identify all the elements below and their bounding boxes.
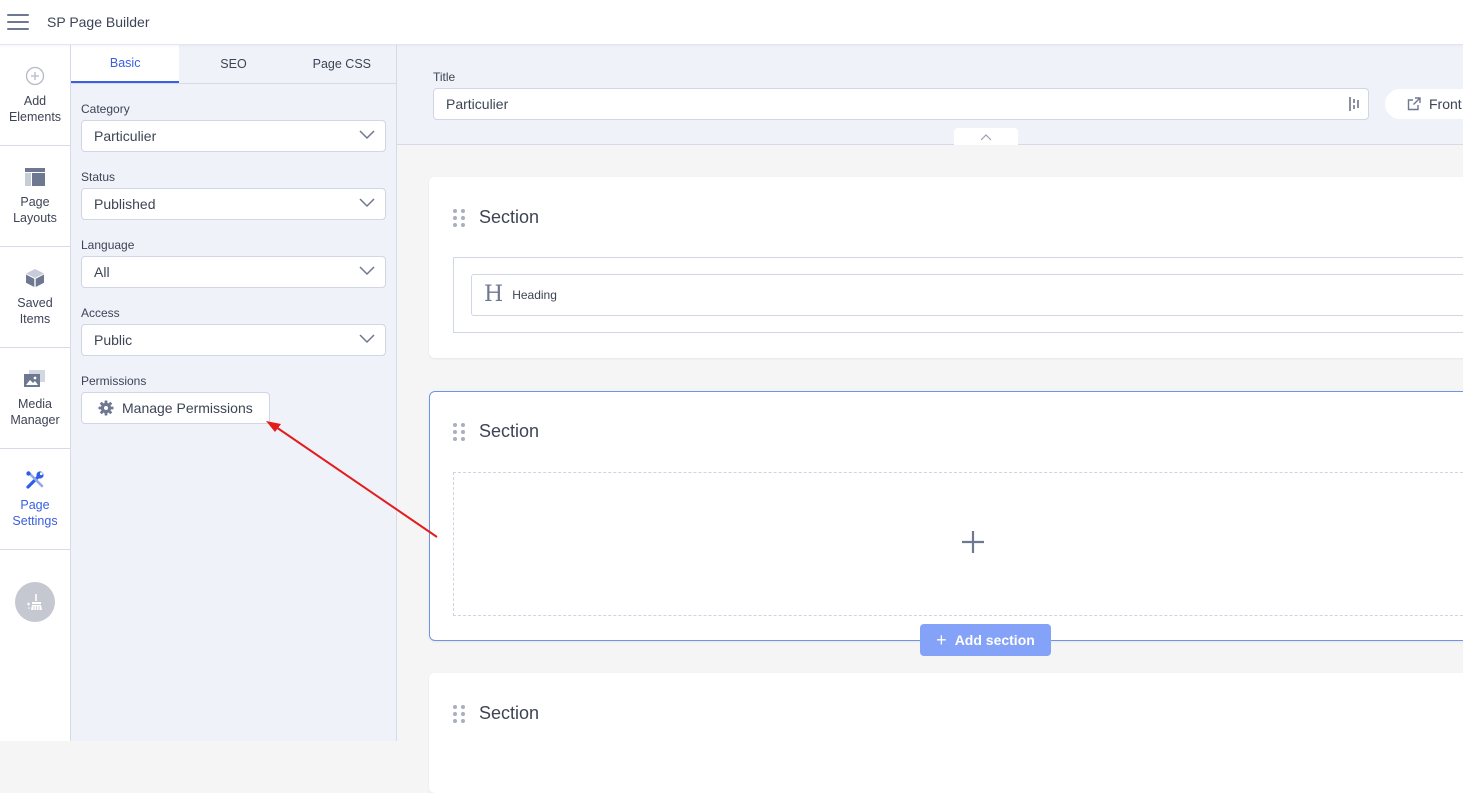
section-row: H Heading: [453, 257, 1463, 333]
addon-name: Heading: [512, 288, 557, 302]
sidebar-item-label: Elements: [8, 110, 62, 124]
drag-handle-icon[interactable]: [453, 422, 465, 441]
builder-canvas: Section H Heading Section + Add section: [397, 145, 1463, 793]
add-addon-area[interactable]: [453, 472, 1463, 616]
sidebar-item-label: Items: [19, 312, 51, 326]
sidebar-item-label: Add: [23, 94, 47, 108]
basic-settings-form: Category Particulier Status Published La…: [71, 84, 396, 424]
sidebar-item-media-manager[interactable]: Media Manager: [0, 348, 70, 449]
section-title: Section: [479, 207, 540, 227]
plus-circle-icon: [24, 65, 46, 87]
add-section-button[interactable]: + Add section: [920, 624, 1051, 656]
page-settings-panel: Basic SEO Page CSS Category Particulier …: [71, 45, 397, 741]
sidebar-item-label: Page: [20, 498, 50, 512]
layout-icon: [24, 166, 46, 188]
external-link-icon: [1407, 97, 1421, 111]
permissions-label: Permissions: [81, 374, 147, 388]
category-select[interactable]: Particulier: [81, 120, 386, 152]
category-label: Category: [81, 102, 130, 116]
title-label: Title: [433, 70, 456, 84]
chevron-up-icon: [980, 128, 992, 146]
collapse-title-button[interactable]: [954, 128, 1018, 145]
sidebar-clean-area: [0, 550, 70, 654]
status-value: Published: [94, 196, 156, 212]
sidebar-rail: Add Elements Page Layouts Saved Items Media…: [0, 45, 71, 741]
tools-icon: [24, 469, 46, 491]
frontend-editor-label: Front: [1429, 96, 1462, 112]
sidebar-item-add-elements[interactable]: Add Elements: [0, 45, 70, 146]
section[interactable]: Section: [429, 391, 1463, 641]
sidebar-item-label: Settings: [12, 514, 58, 528]
media-icon: [24, 368, 46, 390]
access-select[interactable]: Public: [81, 324, 386, 356]
heading-addon[interactable]: H Heading: [471, 274, 1463, 316]
broom-icon[interactable]: [15, 582, 55, 622]
sidebar-item-label: Media: [17, 397, 53, 411]
manage-permissions-button[interactable]: Manage Permissions: [81, 392, 270, 424]
title-value: Particulier: [446, 96, 509, 112]
category-value: Particulier: [94, 128, 157, 144]
builder-main: Title Particulier Front Section H Headin…: [397, 45, 1463, 793]
hamburger-menu-icon[interactable]: [7, 14, 29, 30]
title-input[interactable]: Particulier: [433, 88, 1369, 120]
sidebar-item-page-layouts[interactable]: Page Layouts: [0, 146, 70, 247]
sidebar-item-page-settings[interactable]: Page Settings: [0, 449, 70, 550]
sidebar-item-label: Page: [20, 195, 50, 209]
sidebar-item-label: Manager: [10, 413, 60, 427]
language-label: Language: [81, 238, 135, 252]
drag-handle-icon[interactable]: [453, 704, 465, 723]
tab-page-css[interactable]: Page CSS: [288, 45, 396, 83]
cube-icon: [24, 267, 46, 289]
gear-icon: [98, 400, 114, 416]
access-label: Access: [81, 306, 120, 320]
status-label: Status: [81, 170, 116, 184]
chevron-down-icon: [359, 195, 375, 213]
access-value: Public: [94, 332, 133, 348]
plus-icon: +: [936, 630, 947, 650]
language-value: All: [94, 264, 110, 280]
sidebar-item-label: Layouts: [13, 211, 57, 225]
frontend-editor-button[interactable]: Front: [1385, 89, 1463, 119]
top-bar: SP Page Builder: [0, 0, 1463, 45]
sidebar-item-label: Saved: [17, 296, 53, 310]
tab-basic[interactable]: Basic: [71, 45, 180, 83]
manage-permissions-label: Manage Permissions: [122, 400, 253, 416]
tab-seo[interactable]: SEO: [179, 45, 287, 83]
plus-icon: [961, 530, 985, 559]
drag-handle-icon[interactable]: [453, 208, 465, 227]
sidebar-item-saved-items[interactable]: Saved Items: [0, 247, 70, 348]
section[interactable]: Section: [429, 673, 1463, 793]
settings-tabs: Basic SEO Page CSS: [71, 45, 396, 84]
section-title: Section: [479, 703, 540, 723]
text-direction-icon[interactable]: [1348, 97, 1360, 114]
title-area: Title Particulier Front: [397, 45, 1463, 145]
section[interactable]: Section H Heading: [429, 177, 1463, 358]
chevron-down-icon: [359, 331, 375, 349]
section-title: Section: [479, 421, 540, 441]
app-title: SP Page Builder: [47, 14, 150, 30]
heading-icon: H: [484, 282, 504, 307]
status-select[interactable]: Published: [81, 188, 386, 220]
add-section-label: Add section: [954, 632, 1035, 648]
chevron-down-icon: [359, 263, 375, 281]
chevron-down-icon: [359, 127, 375, 145]
language-select[interactable]: All: [81, 256, 386, 288]
